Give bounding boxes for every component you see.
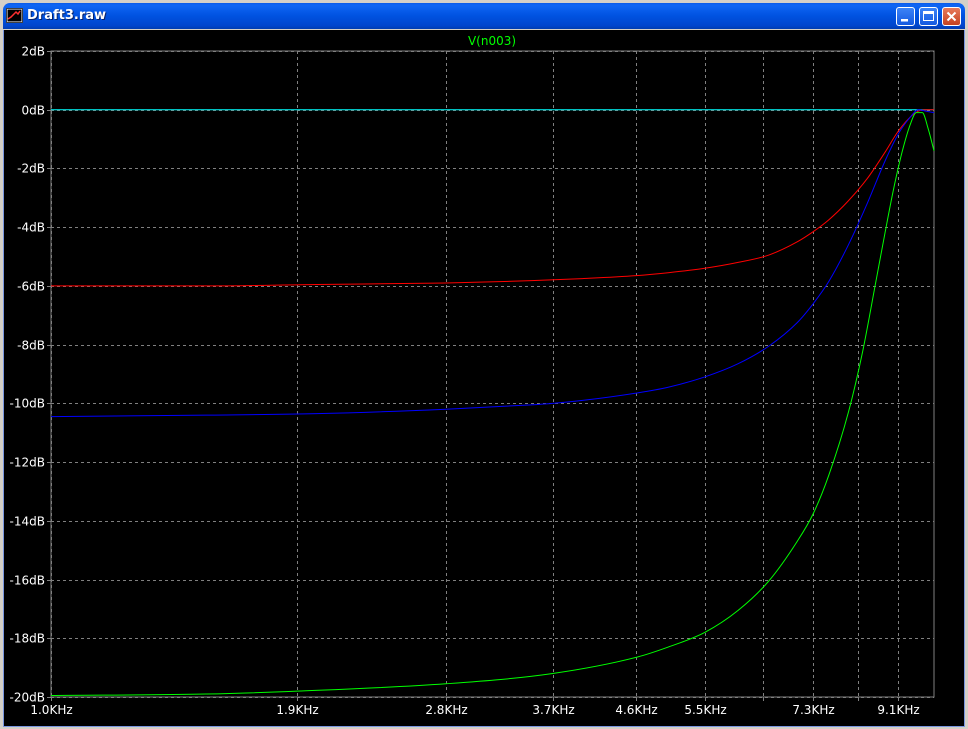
trace-line-2[interactable] <box>50 109 935 418</box>
plot-window: Draft3.raw V(n003) 2dB 0dB -2dB -4dB -6dB -8d… <box>0 0 968 729</box>
title-bar[interactable]: Draft3.raw <box>3 3 965 29</box>
waveform-app-icon <box>6 8 23 23</box>
y-tick-labels: 2dB 0dB -2dB -4dB -6dB -8dB -10dB -12dB -14dB -16… <box>10 45 45 705</box>
trace-line-3[interactable] <box>50 112 935 697</box>
x-tick-label: 1.9KHz <box>276 703 318 717</box>
y-tick-label: -6dB <box>17 280 45 294</box>
trace-title[interactable]: V(n003) <box>468 34 516 48</box>
x-tick-label: 4.6KHz <box>615 703 657 717</box>
y-tick-label: -16dB <box>10 574 45 588</box>
y-tick-label: -8dB <box>17 339 45 353</box>
traces <box>50 109 935 697</box>
y-tick-label: 2dB <box>22 45 45 59</box>
y-tick-label: 0dB <box>22 104 45 118</box>
y-tick-label: -10dB <box>10 397 45 411</box>
y-tick-label: -2dB <box>17 162 45 176</box>
trace-line-1[interactable] <box>51 109 934 287</box>
bode-plot[interactable]: V(n003) 2dB 0dB -2dB -4dB -6dB -8dB -10dB -12dB… <box>4 30 964 726</box>
x-tick-label: 2.8KHz <box>425 703 467 717</box>
x-tick-label: 7.3KHz <box>792 703 834 717</box>
maximize-button[interactable] <box>919 7 938 26</box>
x-tick-label: 9.1KHz <box>877 703 919 717</box>
window-title: Draft3.raw <box>27 8 107 23</box>
y-tick-label: -18dB <box>10 632 45 646</box>
grid <box>47 50 935 701</box>
close-icon <box>946 11 957 22</box>
x-tick-labels: 1.0KHz 1.9KHz 2.8KHz 3.7KHz 4.6KHz 5.5KHz 7.3K… <box>30 703 919 717</box>
minimize-icon <box>901 19 908 22</box>
maximize-icon <box>923 11 934 21</box>
x-tick-label: 1.0KHz <box>30 703 72 717</box>
plot-border <box>50 50 935 698</box>
close-button[interactable] <box>942 7 961 26</box>
plot-pane[interactable]: V(n003) 2dB 0dB -2dB -4dB -6dB -8dB -10dB -12dB… <box>3 30 965 727</box>
y-tick-label: -4dB <box>17 221 45 235</box>
x-tick-label: 5.5KHz <box>684 703 726 717</box>
y-tick-label: -12dB <box>10 456 45 470</box>
y-tick-label: -14dB <box>10 515 45 529</box>
x-tick-label: 3.7KHz <box>532 703 574 717</box>
minimize-button[interactable] <box>896 7 915 26</box>
